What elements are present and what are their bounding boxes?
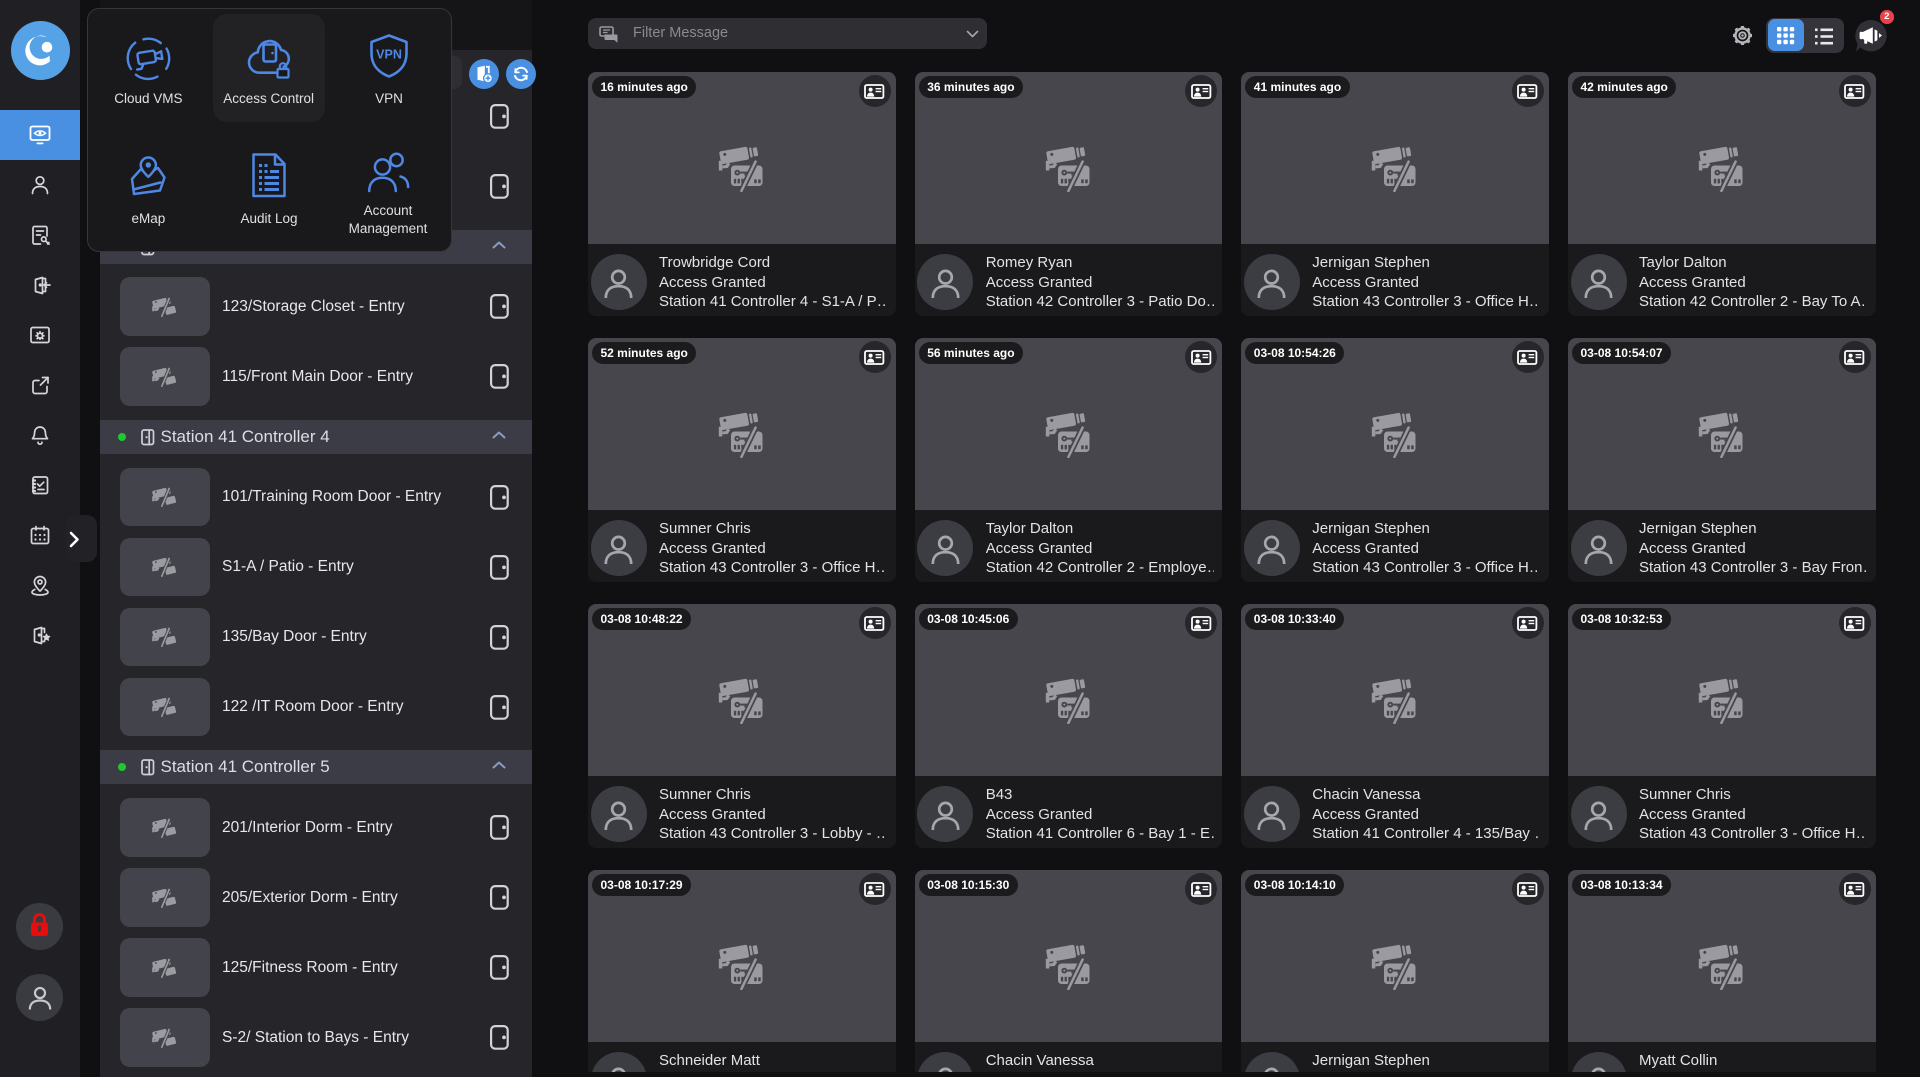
svg-text:VPN: VPN (376, 48, 402, 62)
